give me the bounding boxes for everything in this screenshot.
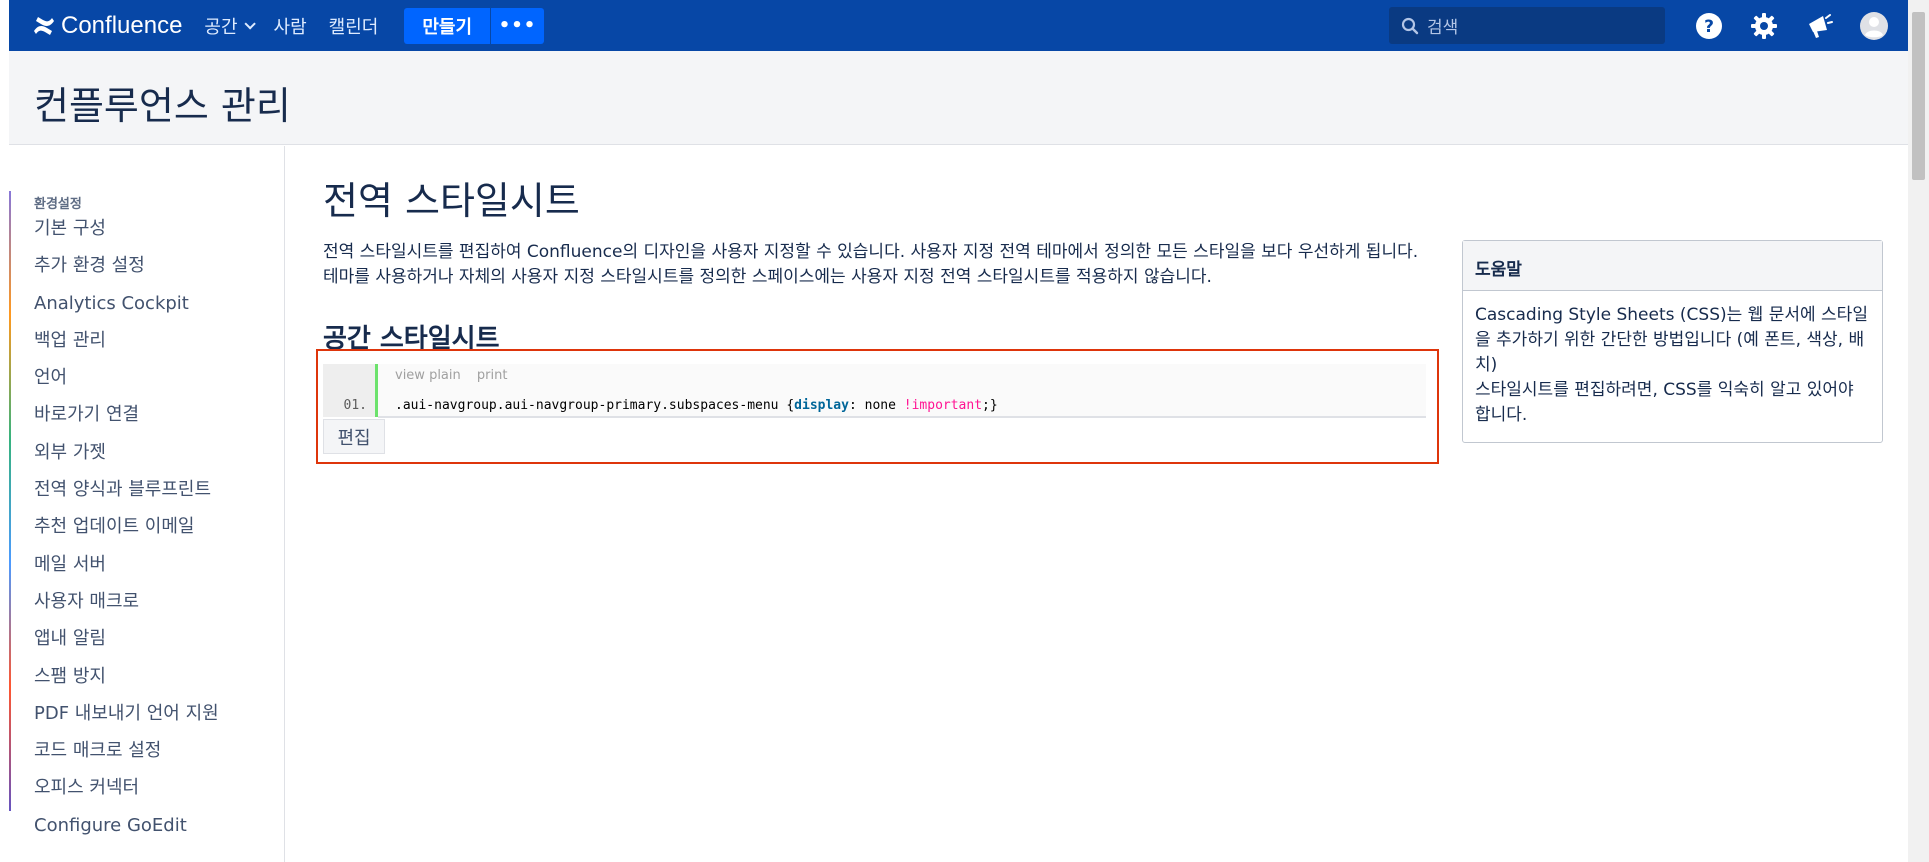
- css-property: display: [794, 398, 849, 413]
- avatar-icon[interactable]: [1859, 11, 1889, 41]
- admin-header: 컨플루언스 관리: [9, 51, 1908, 145]
- nav-calendar[interactable]: 캘린더: [329, 13, 379, 39]
- scrollbar-thumb[interactable]: [1912, 12, 1925, 180]
- admin-sidebar: 환경설정 기본 구성 추가 환경 설정 Analytics Cockpit 백업…: [9, 146, 285, 862]
- help-title: 도움말: [1463, 241, 1882, 291]
- sidebar-item-configure-goedit[interactable]: Configure GoEdit: [34, 813, 219, 850]
- notification-megaphone-icon[interactable]: [1804, 11, 1834, 41]
- sidebar-item-external-gadgets[interactable]: 외부 가젯: [34, 440, 219, 477]
- description-line-2: 테마를 사용하거나 자체의 사용자 지정 스타일시트를 정의한 스페이스에는 사…: [323, 267, 1212, 287]
- page-title: 컨플루언스 관리: [34, 84, 291, 128]
- css-selector: .aui-navgroup.aui-navgroup-primary.subsp…: [395, 398, 787, 413]
- code-divider: [378, 416, 1426, 418]
- code-line: .aui-navgroup.aui-navgroup-primary.subsp…: [395, 398, 998, 413]
- sidebar-item-general-config[interactable]: 기본 구성: [34, 216, 219, 253]
- search-icon: [1401, 17, 1419, 34]
- css-close: ;}: [982, 398, 998, 413]
- confluence-logo-icon: [34, 16, 54, 35]
- sidebar-accent-bar: [9, 191, 11, 811]
- print-link[interactable]: print: [477, 368, 508, 383]
- description-line-1: 전역 스타일시트를 편집하여 Confluence의 디자인을 사용자 지정할 …: [323, 242, 1419, 262]
- sidebar-item-in-app-notifications[interactable]: 앱내 알림: [34, 626, 219, 663]
- sidebar-list: 기본 구성 추가 환경 설정 Analytics Cockpit 백업 관리 언…: [34, 216, 219, 850]
- brand-name: Confluence: [61, 11, 183, 39]
- gear-icon[interactable]: [1749, 11, 1779, 41]
- help-line-2: 스타일시트를 편집하려면, CSS를 익숙히 알고 있어야 합니다.: [1475, 380, 1854, 425]
- sidebar-item-backup[interactable]: 백업 관리: [34, 328, 219, 365]
- stylesheet-description: 전역 스타일시트를 편집하여 Confluence의 디자인을 사용자 지정할 …: [323, 240, 1423, 290]
- nav-people[interactable]: 사람: [274, 13, 307, 39]
- page-scrollbar[interactable]: [1908, 0, 1929, 862]
- sidebar-item-user-macros[interactable]: 사용자 매크로: [34, 589, 219, 626]
- top-navigation-bar: Confluence 공간 사람 캘린더 만들기 ••• 검색 ?: [9, 0, 1908, 51]
- nav-spaces-label: 공간: [204, 16, 238, 38]
- code-gutter: 01.: [323, 364, 378, 417]
- nav-people-label: 사람: [273, 16, 307, 38]
- help-icon[interactable]: ?: [1694, 11, 1724, 41]
- sidebar-item-pdf-language[interactable]: PDF 내보내기 언어 지원: [34, 701, 219, 738]
- sidebar-item-spam-prevention[interactable]: 스팸 방지: [34, 664, 219, 701]
- nav-calendar-label: 캘린더: [328, 16, 379, 38]
- line-number: 01.: [343, 398, 367, 413]
- sidebar-item-language[interactable]: 언어: [34, 365, 219, 402]
- sidebar-item-analytics-cockpit[interactable]: Analytics Cockpit: [34, 291, 219, 328]
- main-content: 전역 스타일시트 전역 스타일시트를 편집하여 Confluence의 디자인을…: [316, 146, 1908, 862]
- code-toolbar: view plain print: [395, 368, 519, 383]
- nav-spaces[interactable]: 공간: [204, 13, 256, 39]
- chevron-down-icon: [244, 17, 256, 30]
- search-placeholder: 검색: [1427, 18, 1459, 38]
- code-block: 01. view plain print .aui-navgroup.aui-n…: [323, 364, 1426, 417]
- sidebar-item-global-templates[interactable]: 전역 양식과 블루프린트: [34, 477, 219, 514]
- sidebar-item-mail-servers[interactable]: 메일 서버: [34, 552, 219, 589]
- help-line-1: Cascading Style Sheets (CSS)는 웹 문서에 스타일을…: [1475, 305, 1868, 375]
- css-important: !important: [903, 398, 983, 413]
- help-panel: 도움말 Cascading Style Sheets (CSS)는 웹 문서에 …: [1462, 240, 1883, 443]
- search-input[interactable]: 검색: [1389, 7, 1665, 44]
- help-body: Cascading Style Sheets (CSS)는 웹 문서에 스타일을…: [1463, 291, 1882, 440]
- edit-button[interactable]: 편집: [323, 419, 385, 454]
- sidebar-item-code-macro[interactable]: 코드 매크로 설정: [34, 738, 219, 775]
- sidebar-item-recommended-email[interactable]: 추천 업데이트 이메일: [34, 514, 219, 551]
- svg-text:?: ?: [1704, 17, 1714, 37]
- sidebar-item-shortcut-links[interactable]: 바로가기 연결: [34, 402, 219, 439]
- sidebar-item-office-connector[interactable]: 오피스 커넥터: [34, 775, 219, 812]
- header-actions: ?: [1694, 11, 1914, 41]
- css-value: : none: [848, 398, 904, 413]
- css-open-brace: {: [786, 398, 795, 413]
- confluence-logo[interactable]: Confluence: [33, 12, 182, 40]
- view-plain-link[interactable]: view plain: [395, 368, 461, 383]
- sidebar-item-further-config[interactable]: 추가 환경 설정: [34, 253, 219, 290]
- sidebar-section-title: 환경설정: [34, 197, 82, 212]
- create-button[interactable]: 만들기: [404, 7, 491, 44]
- stylesheet-title: 전역 스타일시트: [323, 179, 580, 223]
- more-create-button[interactable]: •••: [490, 7, 545, 44]
